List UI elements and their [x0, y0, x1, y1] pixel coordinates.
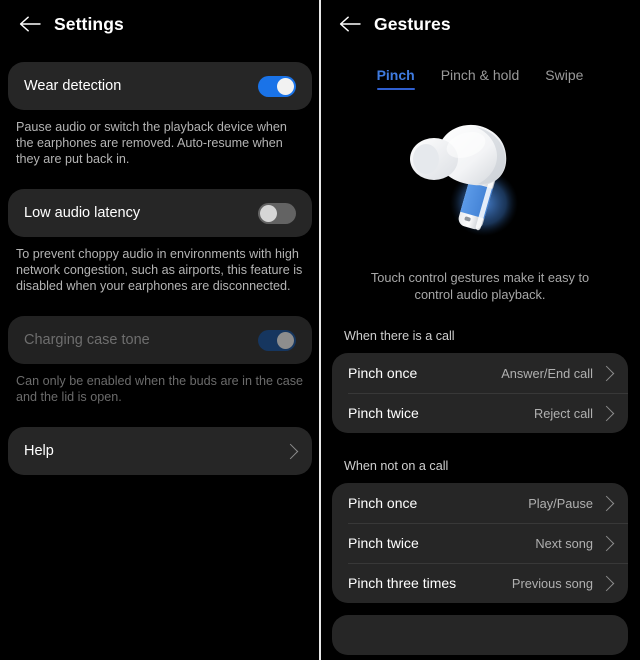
charging-case-tone-card: Charging case tone — [8, 316, 312, 364]
low-audio-latency-card: Low audio latency — [8, 189, 312, 237]
gesture-tabs: Pinch Pinch & hold Swipe — [320, 56, 640, 90]
charging-case-tone-row: Charging case tone — [8, 316, 312, 364]
wear-detection-toggle[interactable] — [258, 75, 296, 97]
help-card[interactable]: Help — [8, 427, 312, 475]
playback-gestures-card: Pinch once Play/Pause Pinch twice Next s… — [332, 483, 628, 603]
help-row[interactable]: Help — [8, 427, 312, 475]
low-audio-latency-toggle[interactable] — [258, 202, 296, 224]
help-label: Help — [24, 443, 54, 459]
call-gestures-card: Pinch once Answer/End call Pinch twice R… — [332, 353, 628, 433]
back-arrow-icon[interactable] — [10, 4, 50, 44]
dual-panel-screenshot: Settings Wear detection Pause audio or s… — [0, 0, 640, 660]
chevron-right-icon — [598, 535, 615, 551]
gesture-row-pinch-once-call[interactable]: Pinch once Answer/End call — [332, 353, 628, 393]
gesture-value: Next song — [535, 535, 593, 551]
settings-header: Settings — [0, 0, 320, 44]
gesture-row-pinch-once-playback[interactable]: Pinch once Play/Pause — [332, 483, 628, 523]
gesture-row-pinch-twice-call[interactable]: Pinch twice Reject call — [332, 393, 628, 433]
gestures-header: Gestures — [320, 0, 640, 44]
gesture-value: Play/Pause — [528, 495, 593, 511]
panel-divider — [319, 0, 321, 660]
gesture-label: Pinch once — [348, 365, 418, 381]
toggle-knob — [260, 204, 277, 222]
low-audio-latency-label: Low audio latency — [24, 205, 141, 221]
toggle-knob — [277, 77, 294, 95]
gesture-label: Pinch twice — [348, 535, 419, 551]
settings-panel: Settings Wear detection Pause audio or s… — [0, 0, 320, 660]
earbud-illustration — [320, 90, 640, 265]
wear-detection-description: Pause audio or switch the playback devic… — [16, 120, 287, 166]
wear-detection-label: Wear detection — [24, 78, 122, 94]
chevron-right-icon — [598, 405, 615, 421]
chevron-right-icon — [598, 495, 615, 511]
low-audio-latency-row[interactable]: Low audio latency — [8, 189, 312, 237]
section-label-when-not-on-a-call: When not on a call — [344, 459, 449, 473]
gesture-value: Answer/End call — [501, 365, 593, 381]
gesture-label: Pinch once — [348, 495, 418, 511]
wear-detection-card: Wear detection — [8, 62, 312, 110]
tab-pinch[interactable]: Pinch — [376, 67, 415, 90]
gesture-label: Pinch three times — [348, 575, 457, 591]
gesture-value: Previous song — [511, 575, 593, 591]
back-arrow-icon[interactable] — [330, 4, 370, 44]
charging-case-tone-label: Charging case tone — [24, 332, 150, 348]
page-title: Settings — [54, 13, 124, 34]
tab-pinch-and-hold[interactable]: Pinch & hold — [441, 67, 520, 90]
low-audio-latency-description: To prevent choppy audio in environments … — [16, 247, 303, 293]
charging-case-tone-description: Can only be enabled when the buds are in… — [16, 374, 304, 404]
gestures-description: Touch control gestures make it easy to c… — [370, 270, 590, 302]
chevron-right-icon — [282, 443, 299, 459]
wear-detection-row[interactable]: Wear detection — [8, 62, 312, 110]
gestures-panel: Gestures Pinch Pinch & hold Swipe Touch … — [320, 0, 640, 660]
tab-swipe[interactable]: Swipe — [545, 67, 583, 90]
page-title: Gestures — [374, 13, 451, 34]
section-label-when-there-is-a-call: When there is a call — [344, 329, 455, 343]
gesture-row-pinch-twice-playback[interactable]: Pinch twice Next song — [332, 523, 628, 563]
gesture-value: Reject call — [533, 405, 593, 421]
next-card-partial[interactable] — [332, 615, 628, 655]
chevron-right-icon — [598, 575, 615, 591]
chevron-right-icon — [598, 365, 615, 381]
gesture-label: Pinch twice — [348, 405, 419, 421]
charging-case-tone-toggle — [258, 329, 296, 351]
gesture-row-pinch-three-times-playback[interactable]: Pinch three times Previous song — [332, 563, 628, 603]
toggle-knob — [277, 331, 294, 349]
